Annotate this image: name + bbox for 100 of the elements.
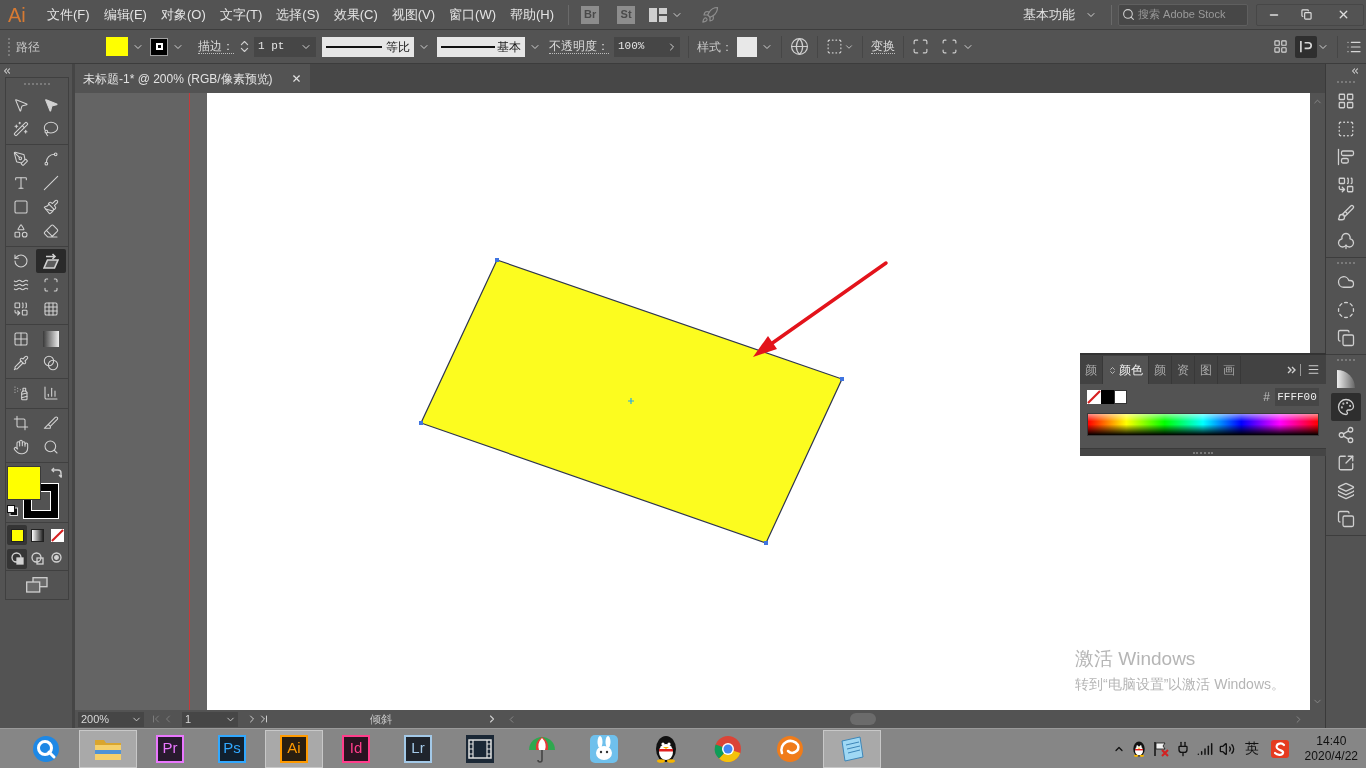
stroke-profile-dropdown[interactable]: 等比 <box>322 36 414 57</box>
globe-icon[interactable] <box>790 37 809 56</box>
stacked-squares-icon <box>1337 329 1355 347</box>
squares-merge-icon <box>13 301 29 317</box>
stroke-weight-field[interactable]: 1 pt <box>254 36 296 57</box>
default-colors-icon[interactable] <box>7 505 18 516</box>
hex-field[interactable]: FFFF00 <box>1275 388 1319 406</box>
grid-icon <box>1272 39 1288 54</box>
flag-icon[interactable] <box>1152 740 1169 757</box>
panel-button[interactable] <box>1331 393 1361 421</box>
magic-wand-icon <box>13 121 29 137</box>
dashed-square-icon <box>826 38 843 55</box>
panel-menu-icon[interactable] <box>1307 363 1320 376</box>
brush-dropdown[interactable]: 基本 <box>437 36 525 57</box>
stroke-weight-dropdown[interactable] <box>296 36 316 57</box>
signal-icon[interactable] <box>1196 740 1213 757</box>
center-point-icon <box>627 397 635 405</box>
view-toggle-button[interactable] <box>1295 35 1317 58</box>
taskbar-button[interactable]: Ps <box>203 729 261 768</box>
select-similar-dropdown[interactable] <box>941 38 974 55</box>
document-tab[interactable]: 未标题-1* @ 200% (RGB/像素预览) <box>75 64 310 93</box>
taskbar-button[interactable]: Ai <box>265 729 323 768</box>
tool-button[interactable] <box>36 249 66 273</box>
scroll-thumb[interactable] <box>850 713 876 725</box>
draw-mode-icon <box>10 552 24 565</box>
panel-tab[interactable]: 资 <box>1172 356 1195 384</box>
club-icon <box>1337 232 1355 250</box>
swatch-icon[interactable] <box>1101 390 1114 404</box>
type-icon <box>13 175 29 191</box>
style-swatch-icon <box>737 36 757 57</box>
panel-tab[interactable]: 画 <box>1218 356 1241 384</box>
taskbar-button[interactable]: Lr <box>389 729 447 768</box>
status-tool-menu[interactable]: 倾斜 <box>276 711 486 727</box>
dashed-square-icon <box>1337 120 1355 138</box>
speaker-icon[interactable] <box>1218 740 1235 757</box>
clock-time[interactable]: 14:40 <box>1316 733 1347 749</box>
taskbar-button[interactable]: Pr <box>141 729 199 768</box>
menu-item[interactable]: 选择(S) <box>270 2 326 27</box>
panel-tab[interactable]: 颜色 <box>1103 356 1149 384</box>
fill-color-dropdown[interactable] <box>106 34 144 59</box>
app-logo: Lr <box>404 734 432 763</box>
anchor-point-icon <box>419 421 423 425</box>
stroke-swatch-icon <box>150 37 168 56</box>
transform-panel-link[interactable]: 变换 <box>871 39 895 54</box>
frame-corners-icon[interactable] <box>912 38 929 55</box>
knife-icon <box>43 415 59 431</box>
draw-mode-button[interactable] <box>7 548 27 569</box>
swatch-icon[interactable] <box>1114 390 1127 404</box>
grip-icon <box>1193 451 1213 454</box>
color-mode-button[interactable] <box>7 525 27 545</box>
menu-item[interactable]: 视图(V) <box>385 2 442 27</box>
color-spectrum[interactable] <box>1087 413 1319 436</box>
grip-icon <box>1337 261 1355 265</box>
zoom-field[interactable]: 200% <box>78 711 144 727</box>
opacity-slider-button[interactable] <box>664 36 680 57</box>
menu-item[interactable]: 文字(T) <box>213 2 269 27</box>
eyedropper-icon <box>13 355 29 371</box>
opacity-panel-link[interactable]: 不透明度： <box>549 39 609 54</box>
collapse-icon[interactable] <box>1350 65 1360 76</box>
stroke-line-icon <box>326 45 382 48</box>
lasso-icon <box>43 121 59 137</box>
ime-mode-button[interactable]: 英 <box>1244 738 1259 759</box>
fill-color-swatch-icon[interactable] <box>7 466 41 500</box>
workspace-switcher[interactable]: 基本功能 <box>1023 4 1097 25</box>
menu-item[interactable]: 窗口(W) <box>443 2 502 27</box>
panel-tab[interactable]: 图 <box>1195 356 1218 384</box>
stroke-panel-link[interactable]: 描边： <box>198 39 234 54</box>
menu-item[interactable]: 帮助(H) <box>504 2 561 27</box>
last-page-icon[interactable] <box>258 713 270 725</box>
menu-item[interactable]: 效果(C) <box>327 2 384 27</box>
share-icon <box>1337 426 1355 444</box>
opacity-field[interactable]: 100% <box>614 36 664 57</box>
penguin-icon[interactable] <box>1130 740 1147 757</box>
film-icon <box>466 734 494 763</box>
squares-merge-icon <box>1337 176 1355 194</box>
style-dropdown[interactable] <box>737 36 773 57</box>
selection-mode-dropdown[interactable] <box>826 38 854 55</box>
rabbit-icon <box>590 734 618 763</box>
eraser-icon <box>43 223 59 239</box>
panel-tab[interactable]: 颜 <box>1149 356 1172 384</box>
collapse-icon[interactable] <box>2 65 12 76</box>
paintbrush-icon <box>43 199 59 215</box>
swap-icon[interactable] <box>51 467 62 478</box>
close-tab-icon[interactable] <box>291 73 302 84</box>
search-field[interactable]: 搜索 Adobe Stock <box>1118 3 1248 26</box>
taskbar-button[interactable]: Id <box>327 729 385 768</box>
input-method-icon[interactable] <box>1270 739 1289 758</box>
layers-icon <box>1337 482 1355 500</box>
artboard-field[interactable]: 1 <box>182 711 238 727</box>
menu-item[interactable]: 编辑(E) <box>97 2 153 27</box>
filled-pointer-icon <box>43 97 59 113</box>
layout-menu-button[interactable] <box>649 7 684 22</box>
panel-toggle-icon <box>1298 39 1314 54</box>
menu-item[interactable]: 文件(F) <box>41 2 96 27</box>
shear-icon <box>43 253 59 269</box>
clock-date[interactable]: 2020/4/22 <box>1304 748 1358 764</box>
line-icon <box>43 175 59 191</box>
screen-mode-icon[interactable] <box>26 577 48 593</box>
menu-item[interactable]: 对象(O) <box>154 2 212 27</box>
app-logo: Ai <box>280 734 308 763</box>
